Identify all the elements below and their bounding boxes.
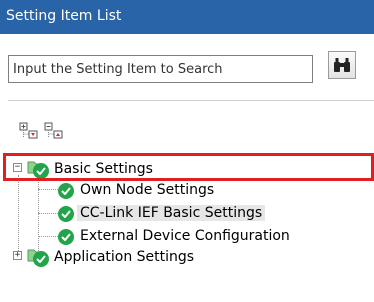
tree-connector <box>18 175 19 255</box>
collapse-all-button[interactable] <box>44 122 64 140</box>
highlight-box <box>3 153 374 181</box>
tree-connector <box>38 189 58 190</box>
panel-divider <box>8 100 374 101</box>
tree-item-label: CC-Link IEF Basic Settings <box>77 205 266 221</box>
collapse-all-icon <box>44 122 63 139</box>
expand-all-icon <box>19 122 38 139</box>
window-title: Setting Item List <box>6 8 122 24</box>
tree-item-label: Application Settings <box>54 249 195 265</box>
tree-item-label: Own Node Settings <box>80 182 215 198</box>
check-icon <box>33 251 49 267</box>
search-button[interactable] <box>328 51 356 79</box>
search-input[interactable] <box>9 56 312 82</box>
check-icon <box>58 183 74 199</box>
expand-all-button[interactable] <box>19 122 39 140</box>
check-icon <box>58 229 74 245</box>
tree-item-label: External Device Configuration <box>80 228 290 244</box>
tree-connector <box>38 236 58 237</box>
window-title-bar: Setting Item List <box>0 0 374 34</box>
search-field[interactable] <box>8 55 313 83</box>
check-icon <box>58 206 74 222</box>
tree-connector <box>38 213 58 214</box>
binoculars-icon <box>334 58 350 72</box>
tree-connector <box>38 175 39 257</box>
expand-toggle[interactable]: + <box>13 251 22 260</box>
